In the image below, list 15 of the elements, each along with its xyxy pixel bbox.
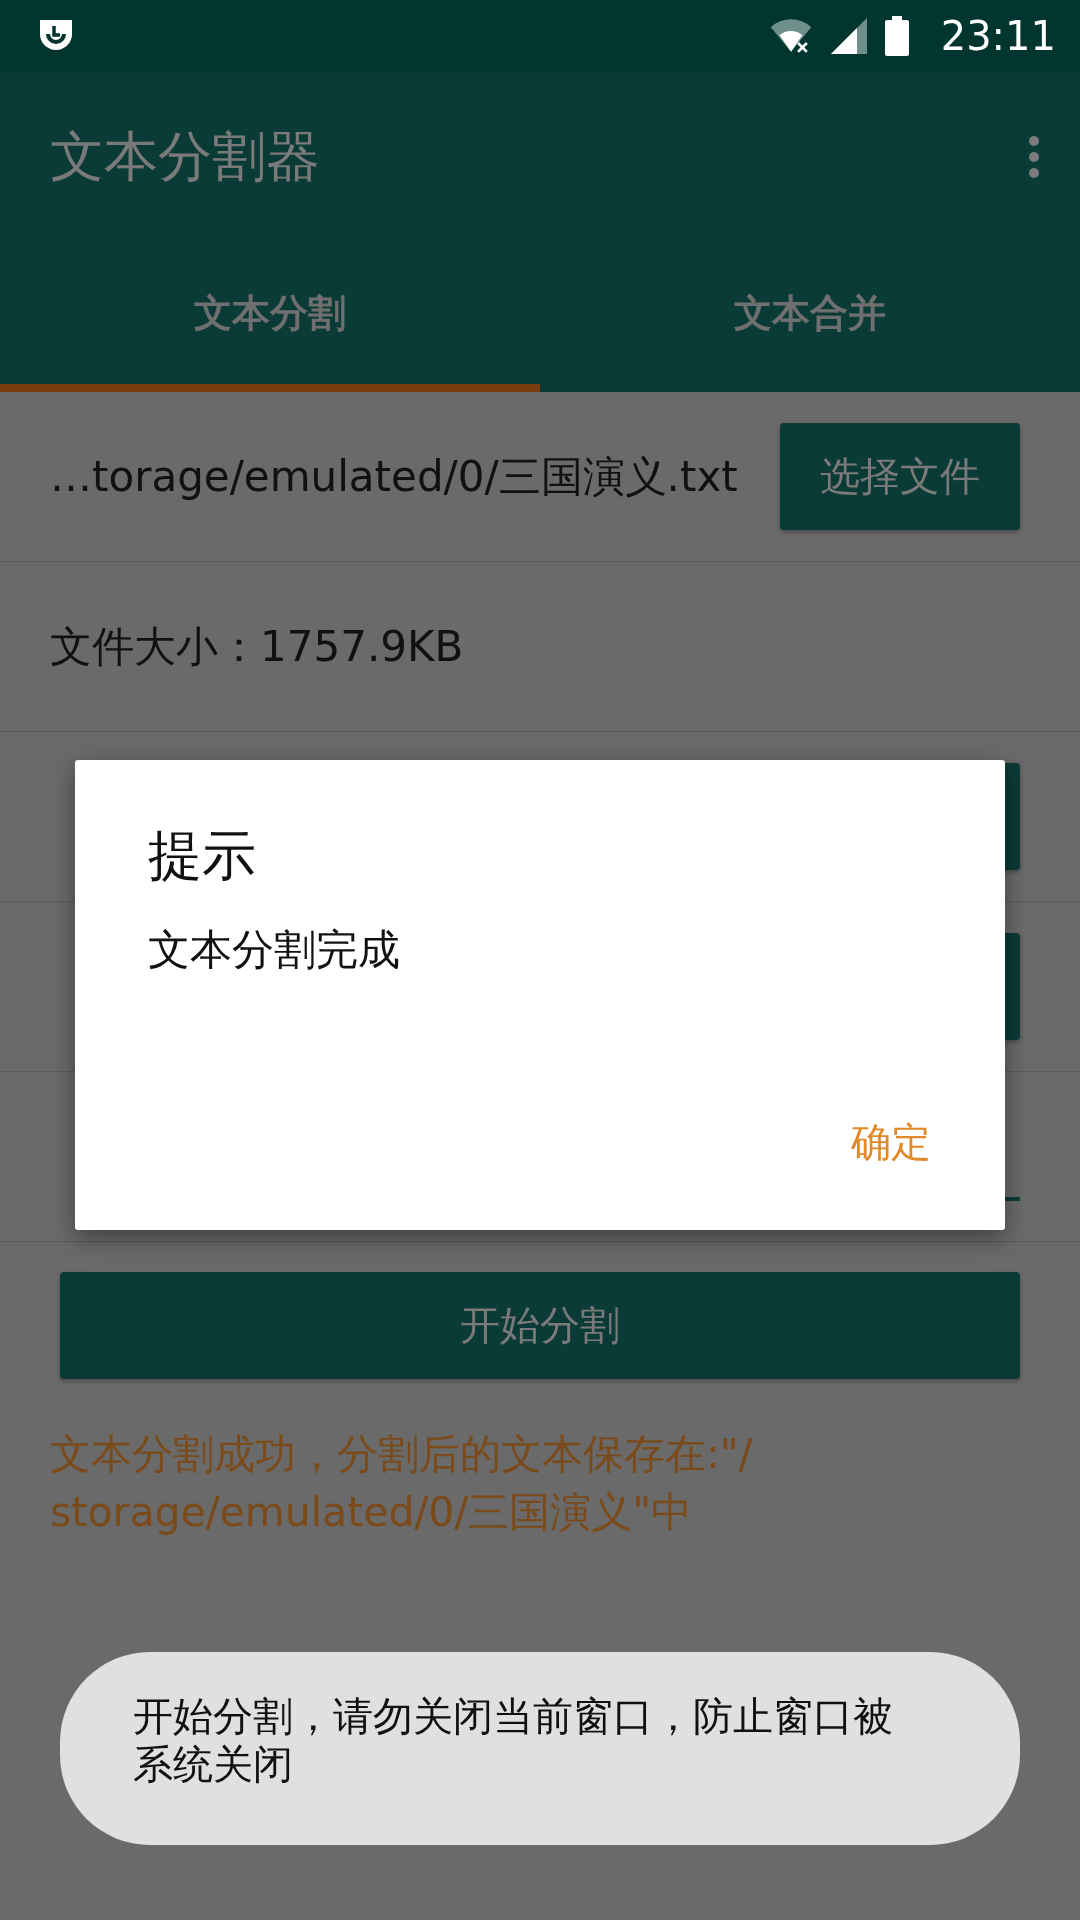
battery-icon	[884, 16, 909, 56]
clock-time: 23:11	[940, 13, 1056, 59]
tab[interactable]: 文本分割	[0, 242, 540, 392]
result-message: 文本分割成功，分割后的文本保存在:"/storage/emulated/0/三国演义"中	[50, 1429, 754, 1538]
confirm-button[interactable]: 确定	[837, 1105, 945, 1180]
row-label: …torage/emulated/0/三国演义.txt	[50, 450, 738, 503]
start-split-button[interactable]: 开始分割	[60, 1272, 1020, 1379]
app-title: 文本分割器	[50, 123, 320, 190]
tab[interactable]: 文本合并	[540, 242, 1080, 392]
toast-message: 开始分割，请勿关闭当前窗口，防止窗口被系统关闭	[60, 1652, 1020, 1845]
row-label: 文件大小：1757.9KB	[50, 620, 464, 673]
choose-file-button[interactable]: 选择文件	[780, 423, 1020, 530]
more-options-icon[interactable]	[1028, 135, 1040, 179]
dialog-title: 提示	[148, 823, 256, 889]
dialog-message: 文本分割完成	[148, 924, 400, 976]
